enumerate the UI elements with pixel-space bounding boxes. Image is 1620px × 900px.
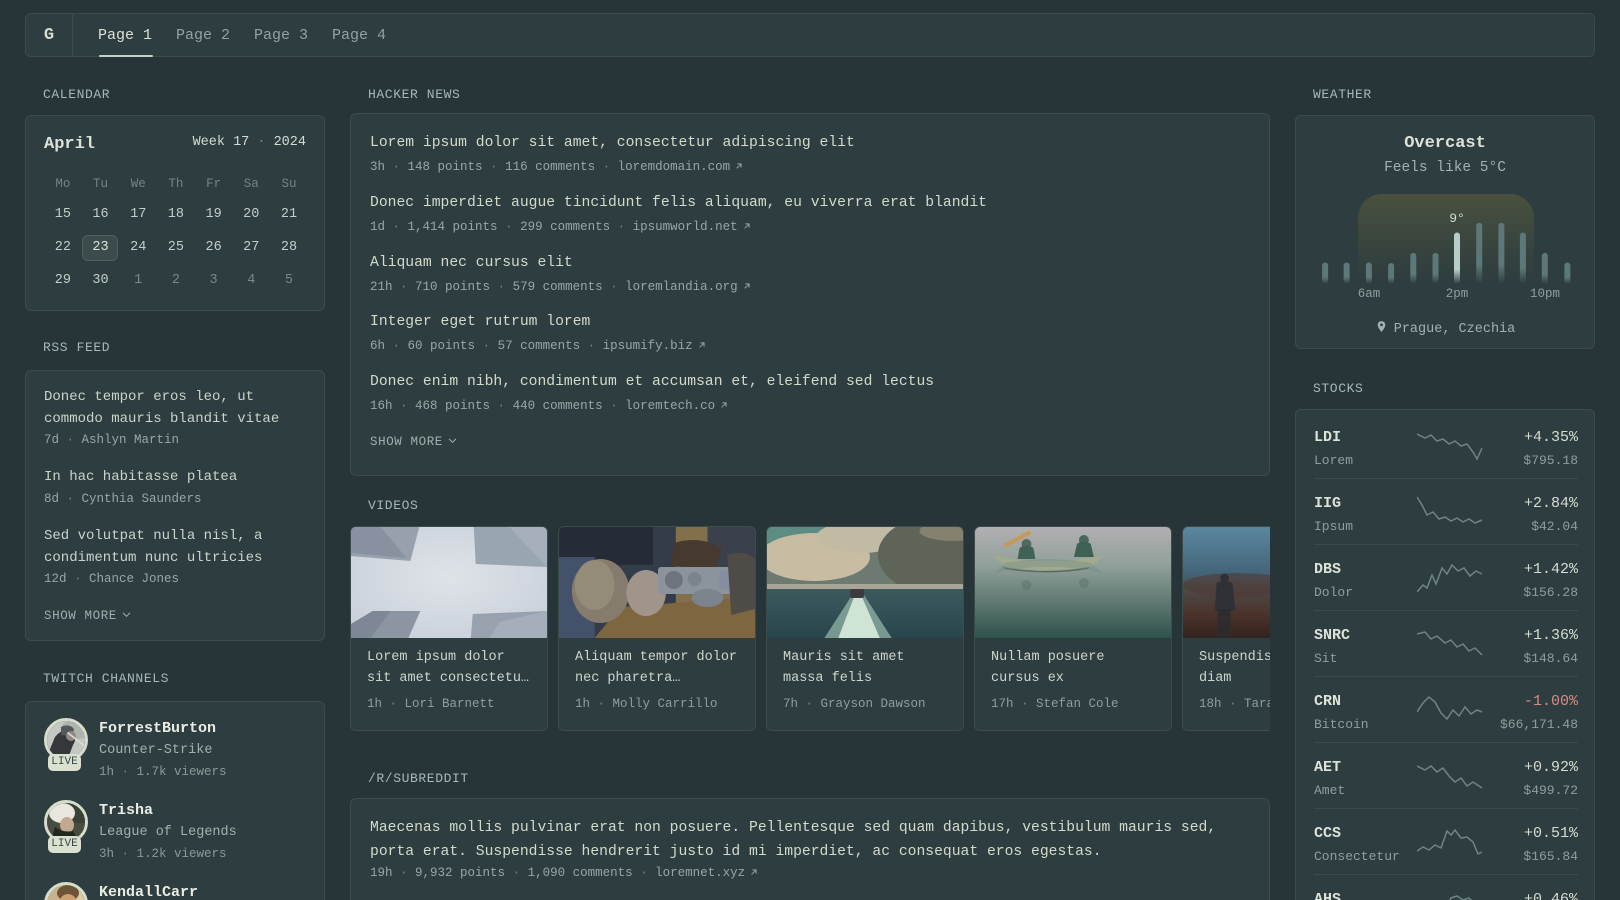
svg-text:9°: 9°	[1449, 211, 1465, 226]
